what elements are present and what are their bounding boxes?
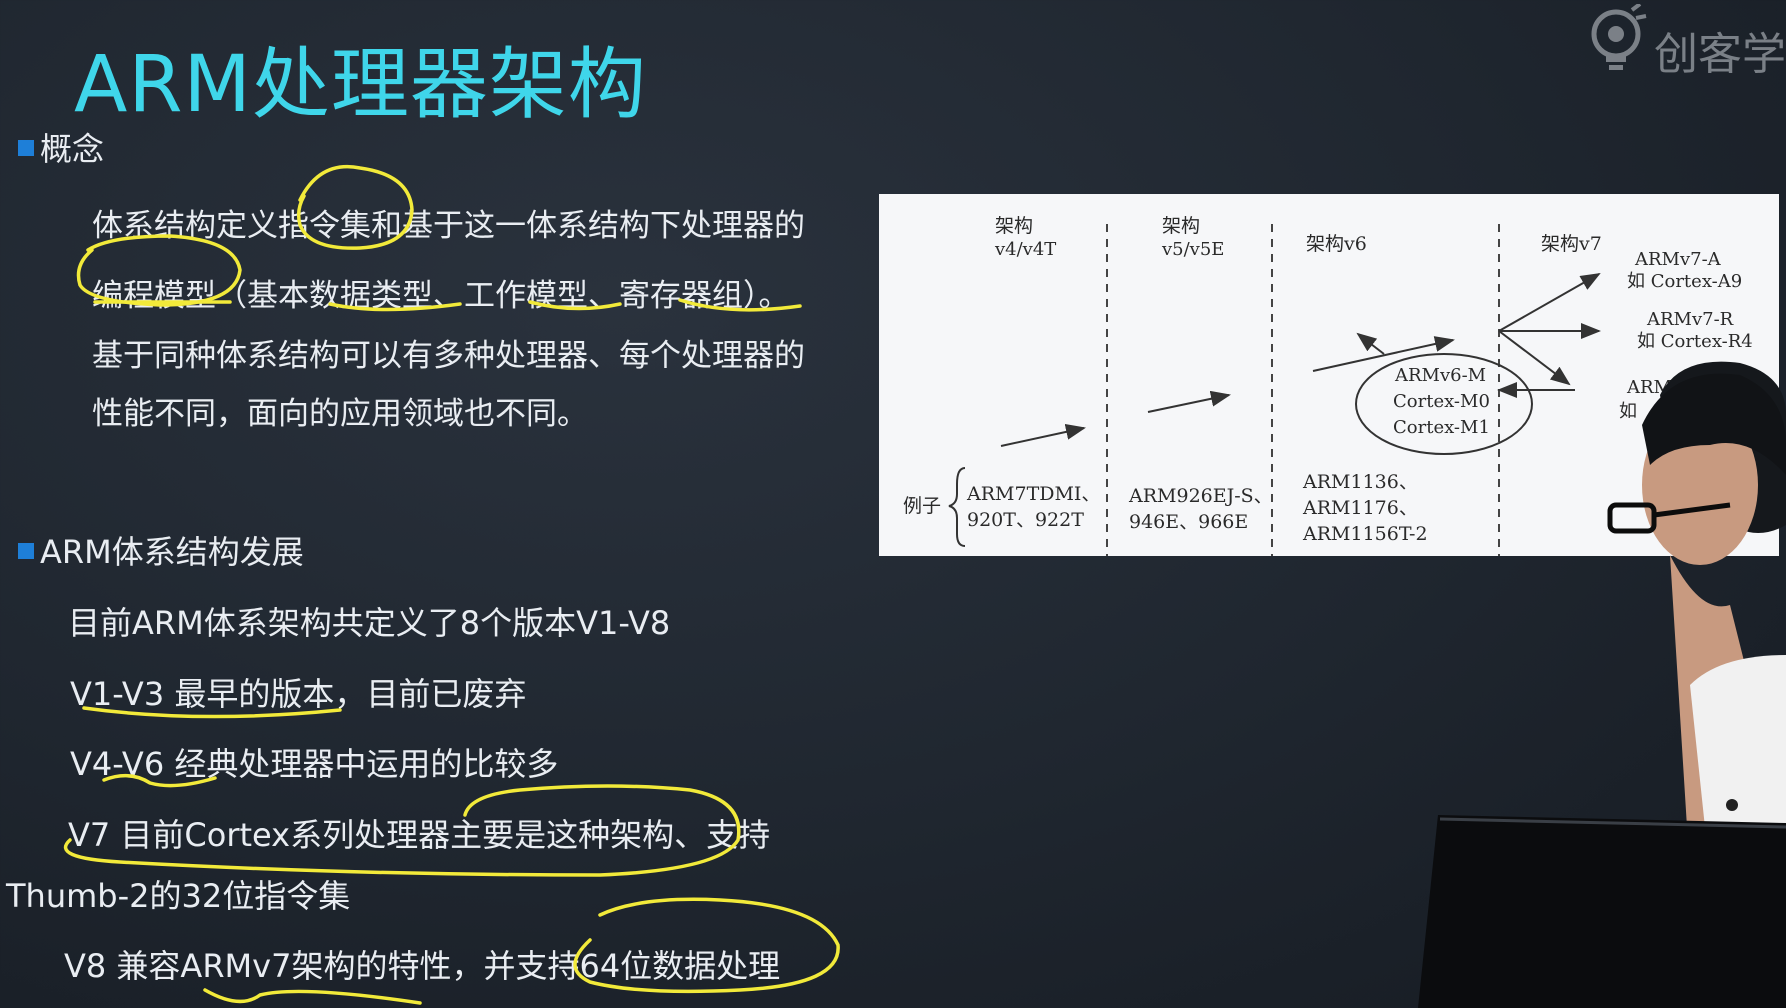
bullet-square [18,543,34,559]
section-heading-text: 概念 [40,130,105,168]
example-label: 例子 [903,495,942,517]
col2-head: 架构 [1162,215,1201,237]
example-v6-line1: ARM1136、 [1303,471,1418,493]
col1-head: 架构 [995,215,1034,237]
presenter-figure [1607,361,1786,875]
bullet-square [18,140,34,156]
concept-line-4: 性能不同，面向的应用领域也不同。 [92,396,588,432]
v7r-line1: ARMv7-R [1647,309,1734,330]
v7r-line2: 如 Cortex-R4 [1637,331,1753,352]
example-v4-line2: 920T、922T [967,509,1084,531]
section-heading-evolution: ARM体系结构发展 [18,527,304,573]
example-v6-line2: ARM1176、 [1303,497,1418,519]
v7a-line2: 如 Cortex-A9 [1627,271,1743,292]
evolution-line-3: V4-V6 经典处理器中运用的比较多 [70,745,559,783]
watermark-text: 创客学 [1654,29,1786,80]
col1-version: v4/v4T [995,239,1057,260]
concept-line-3: 基于同种体系结构可以有多种处理器、每个处理器的 [92,338,805,374]
evolution-line-1: 目前ARM体系架构共定义了8个版本V1-V8 [68,604,671,642]
v6m-line3: Cortex-M1 [1393,417,1490,438]
lightbulb-icon [1591,2,1647,70]
evolution-line-5: Thumb-2的32位指令集 [6,877,351,915]
laptop-silhouette [1418,815,1786,1008]
evolution-line-6: V8 兼容ARMv7架构的特性，并支持64位数据处理 [64,947,781,985]
watermark-logo: 创客学 [1588,2,1786,84]
concept-line-2: 编程模型（基本数据类型、工作模型、寄存器组）。 [92,278,790,314]
example-v5-line2: 946E、966E [1129,511,1249,533]
section-heading-text: ARM体系结构发展 [40,533,304,571]
example-v5-line1: ARM926EJ-S、 [1129,485,1273,507]
v7a-line1: ARMv7-A [1635,249,1721,270]
slide-title: ARM处理器架构 [74,40,647,130]
example-v4-line1: ARM7TDMI、 [967,483,1101,505]
v6m-line1: ARMv6-M [1395,365,1487,386]
col4-head: 架构v7 [1541,233,1602,255]
col2-version: v5/v5E [1162,239,1225,260]
col3-head: 架构v6 [1306,233,1367,255]
evolution-line-2: V1-V3 最早的版本，目前已废弃 [70,675,527,713]
evolution-line-4: V7 目前Cortex系列处理器主要是这种架构、支持 [68,816,771,854]
section-heading-concept: 概念 [18,124,104,170]
v6m-line2: Cortex-M0 [1393,391,1490,412]
example-v6-line3: ARM1156T-2 [1303,523,1428,545]
concept-line-1: 体系结构定义指令集和基于这一体系结构下处理器的 [92,208,805,244]
